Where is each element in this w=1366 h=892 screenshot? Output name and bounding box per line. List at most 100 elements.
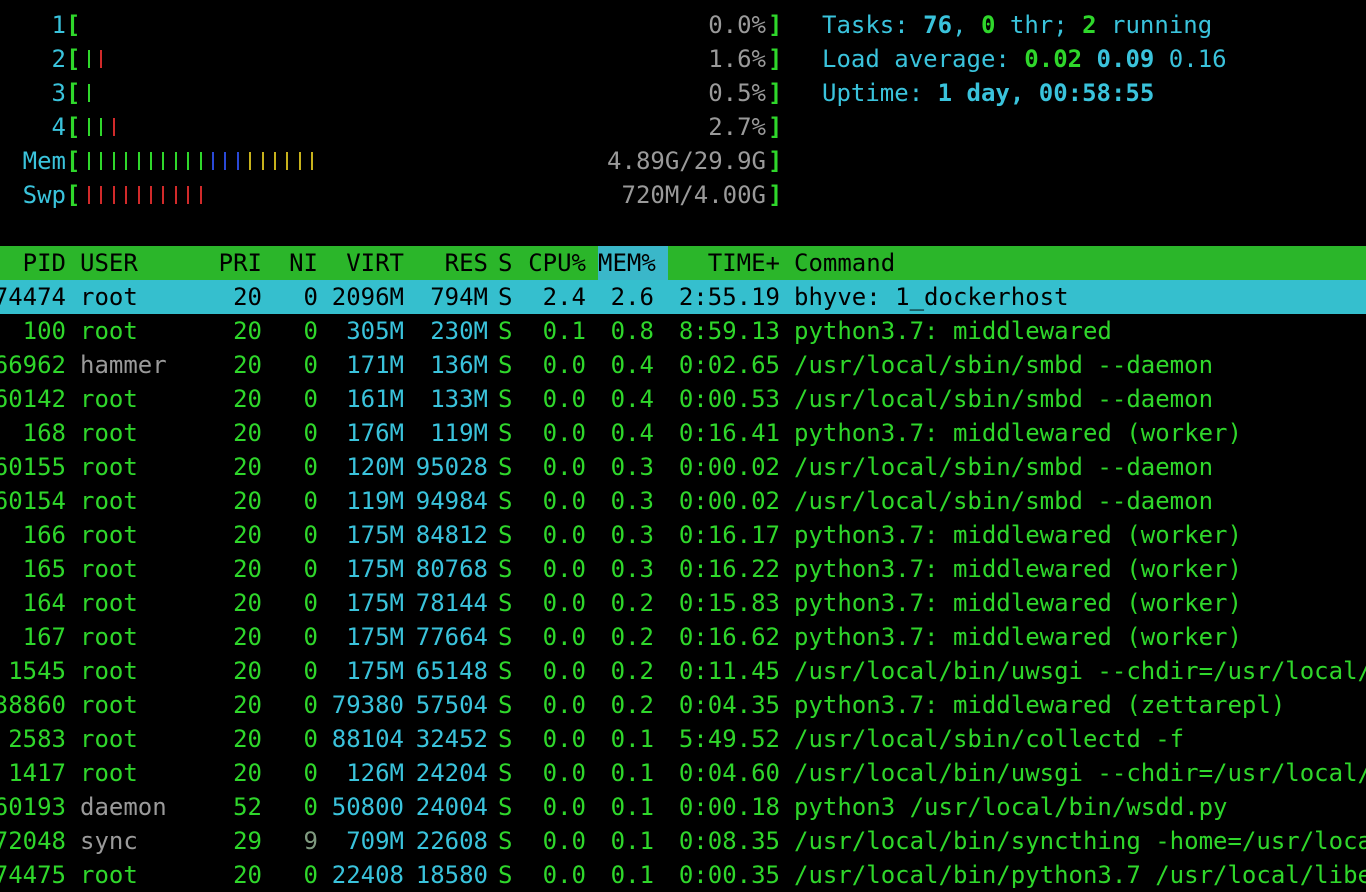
res-cell: 78144: [415, 589, 488, 617]
virt-cell: 88104: [331, 725, 404, 753]
meter-tick: [298, 152, 301, 170]
virt-cell: 50800: [331, 793, 404, 821]
running-label: running: [1096, 11, 1213, 39]
header-pri[interactable]: PRI: [200, 246, 262, 280]
res-cell: 57504: [415, 691, 488, 719]
mem-cell: 0.4: [610, 419, 654, 447]
cpu-cell: 2.4: [542, 283, 586, 311]
user-cell: root: [80, 555, 138, 583]
meter-tick: [137, 152, 140, 170]
cpu-cell: 0.0: [542, 487, 586, 515]
time-cell: 0:02.65: [678, 351, 780, 379]
meter-tick: [125, 152, 128, 170]
mem-meter: Mem[4.89G/29.9G]: [0, 144, 790, 178]
meter-tick: [88, 50, 90, 68]
cpu-cell: 0.0: [542, 759, 586, 787]
table-row[interactable]: 2583 root 20 0 88104 32452 S 0.0 0.1 5:49.52/usr/…: [0, 722, 1366, 756]
meter-tick: [174, 152, 177, 170]
table-row[interactable]: 72048 sync 29 9 709M 22608 S 0.0 0.1 0:08.35/usr/…: [0, 824, 1366, 858]
table-row[interactable]: 66962 hammer 20 0 171M 136M S 0.0 0.4 0:02.65/usr…: [0, 348, 1366, 382]
pid-cell: 167: [22, 623, 66, 651]
command-cell: /usr/local/sbin/smbd --daemon: [794, 487, 1214, 515]
table-row[interactable]: 100 root 20 0 305M 230M S 0.1 0.8 8:59.13 python3.…: [0, 314, 1366, 348]
virt-cell: 176M: [346, 419, 404, 447]
meter-bracket-open: [: [66, 147, 81, 175]
res-cell: 136M: [430, 351, 488, 379]
user-cell: root: [80, 385, 138, 413]
virt-cell: 709M: [346, 827, 404, 855]
nice-cell: 0: [303, 861, 318, 889]
table-row[interactable]: 38860 root 20 0 79380 57504 S 0.0 0.2 0:04.35 pyth…: [0, 688, 1366, 722]
header-user[interactable]: USER: [80, 246, 200, 280]
table-row[interactable]: 165 root 20 0 175M 80768 S 0.0 0.3 0:16.22 python3…: [0, 552, 1366, 586]
state-cell: S: [498, 827, 513, 855]
mem-cell: 0.2: [610, 691, 654, 719]
nice-cell: 9: [303, 827, 318, 855]
res-cell: 80768: [415, 555, 488, 583]
load-5: 0.09: [1096, 45, 1155, 73]
nice-cell: 0: [303, 419, 318, 447]
meter-value: 0.5%: [708, 79, 766, 107]
meter-value: 0.0%: [708, 11, 766, 39]
header-state[interactable]: S: [498, 246, 518, 280]
table-row-selected[interactable]: 74474 root 20 0 2096M 794M S 2.4 2.6 2:55.19 bhyve…: [0, 280, 1366, 314]
table-row[interactable]: 168 root 20 0 176M 119M S 0.0 0.4 0:16.41 python3.…: [0, 416, 1366, 450]
command-cell: /usr/local/bin/uwsgi --chdir=/usr/local/…: [794, 759, 1366, 787]
table-row[interactable]: 1417 root 20 0 126M 24204 S 0.0 0.1 0:04.60/usr/l…: [0, 756, 1366, 790]
table-row[interactable]: 166 root 20 0 175M 84812 S 0.0 0.3 0:16.17 python3…: [0, 518, 1366, 552]
mem-cell: 0.4: [610, 351, 654, 379]
header-command[interactable]: Command: [794, 246, 1366, 280]
state-cell: S: [498, 793, 513, 821]
pid-cell: 60142: [0, 385, 66, 413]
table-row[interactable]: 60154 root 20 0 119M 94984 S 0.0 0.3 0:00.02/usr/…: [0, 484, 1366, 518]
state-cell: S: [498, 589, 513, 617]
meter-bracket-close: ]: [768, 147, 783, 175]
priority-cell: 20: [233, 589, 262, 617]
meter-tick: [88, 118, 90, 136]
state-cell: S: [498, 555, 513, 583]
uptime-value: 1 day, 00:58:55: [937, 79, 1155, 107]
res-cell: 18580: [415, 861, 488, 889]
meter-label: 3: [51, 79, 66, 107]
meter-tick: [150, 152, 152, 170]
virt-cell: 175M: [346, 555, 404, 583]
nice-cell: 0: [303, 759, 318, 787]
user-cell: hammer: [80, 351, 167, 379]
priority-cell: 20: [233, 385, 262, 413]
priority-cell: 52: [233, 793, 262, 821]
mem-cell: 0.1: [610, 861, 654, 889]
virt-cell: 175M: [346, 623, 404, 651]
header-cpu[interactable]: CPU%: [520, 246, 586, 280]
command-cell: python3.7: middlewared (worker): [794, 521, 1242, 549]
meter-tick: [199, 152, 202, 170]
time-cell: 0:04.60: [678, 759, 780, 787]
command-cell: python3.7: middlewared (worker): [794, 623, 1242, 651]
table-row[interactable]: 60193 daemon 52 0 50800 24004 S 0.0 0.1 0:00.18 py…: [0, 790, 1366, 824]
threads-label: thr;: [995, 11, 1083, 39]
meter-tick: [100, 186, 103, 204]
header-virt[interactable]: VIRT: [318, 246, 404, 280]
priority-cell: 20: [233, 861, 262, 889]
header-time[interactable]: TIME+: [666, 246, 780, 280]
state-cell: S: [498, 283, 513, 311]
nice-cell: 0: [303, 453, 318, 481]
header-pid[interactable]: PID: [0, 246, 66, 280]
header-mem-sorted[interactable]: MEM%: [598, 246, 668, 280]
table-row[interactable]: 1545 root 20 0 175M 65148 S 0.0 0.2 0:11.45/usr/l…: [0, 654, 1366, 688]
state-cell: S: [498, 691, 513, 719]
table-row[interactable]: 60155 root 20 0 120M 95028 S 0.0 0.3 0:00.02/usr/…: [0, 450, 1366, 484]
priority-cell: 20: [233, 419, 262, 447]
table-row[interactable]: 60142 root 20 0 161M 133M S 0.0 0.4 0:00.53/usr/l…: [0, 382, 1366, 416]
table-row[interactable]: 164 root 20 0 175M 78144 S 0.0 0.2 0:15.83 python3…: [0, 586, 1366, 620]
header-ni[interactable]: NI: [262, 246, 318, 280]
uptime-label: Uptime:: [822, 79, 938, 107]
cpu-cell: 0.0: [542, 555, 586, 583]
priority-cell: 20: [233, 759, 262, 787]
table-row[interactable]: 74475 root 20 0 22408 18580 S 0.0 0.1 0:00.35/usr…: [0, 858, 1366, 892]
res-cell: 230M: [430, 317, 488, 345]
cpu-cell: 0.0: [542, 691, 586, 719]
header-res[interactable]: RES: [404, 246, 488, 280]
meter-bracket-open: [: [66, 181, 81, 209]
table-row[interactable]: 167 root 20 0 175M 77664 S 0.0 0.2 0:16.62 python3…: [0, 620, 1366, 654]
summary-panel: Tasks: 76, 0 thr; 2 running Load average…: [822, 8, 1227, 110]
